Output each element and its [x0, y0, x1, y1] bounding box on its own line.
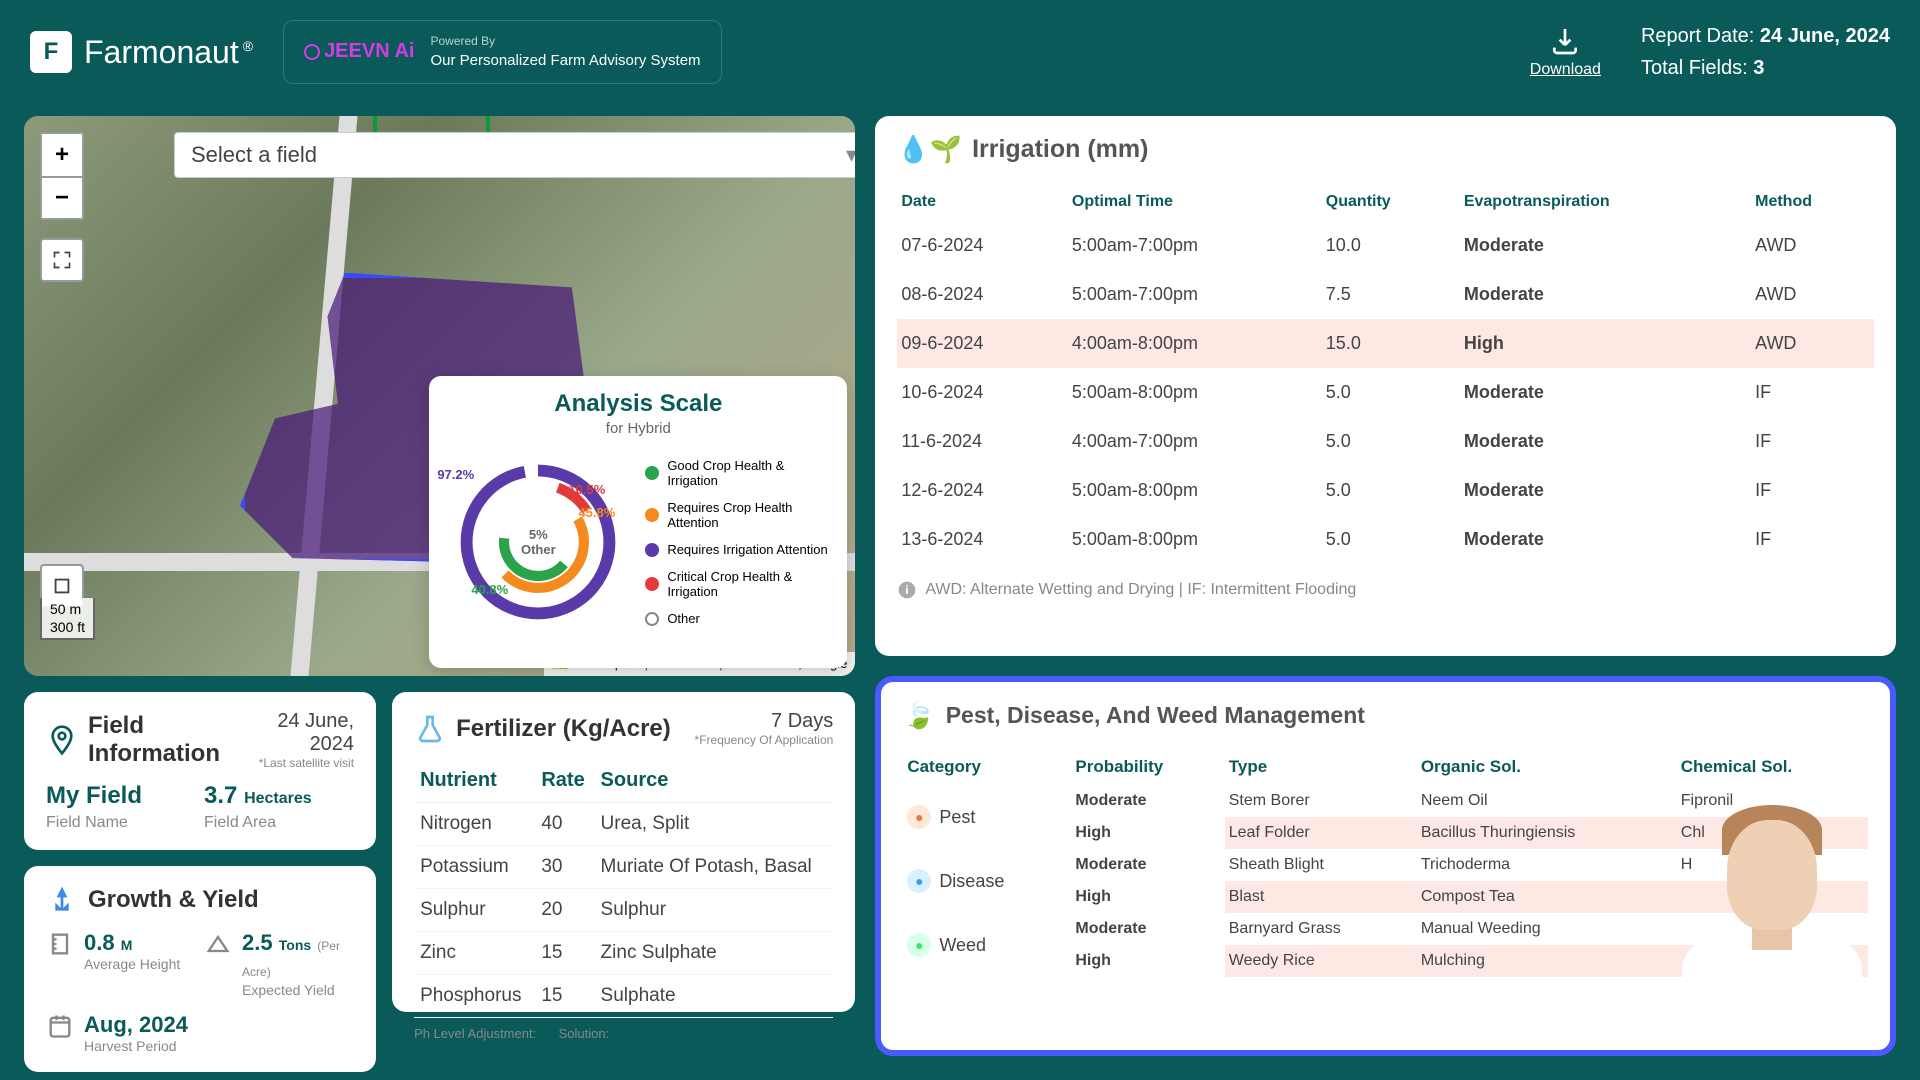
table-row: 07-6-20245:00am-7:00pm10.0ModerateAWD [897, 221, 1874, 270]
header-info: Report Date: 24 June, 2024 Total Fields:… [1641, 20, 1890, 84]
legend-item: Other [645, 611, 833, 626]
chevron-down-icon: ▾ [846, 142, 855, 168]
irrigation-icon: 💧🌱 [897, 134, 962, 165]
table-row: ●WeedModerateBarnyard GrassManual Weedin… [903, 913, 1868, 945]
analysis-scale-box: Analysis Scale for Hybrid 5%Other 97.2% … [429, 376, 847, 668]
growth-yield-card: Growth & Yield 0.8 MAverage Height 2.5 T… [24, 866, 376, 1072]
svg-text:i: i [906, 584, 909, 597]
zoom-in-button[interactable]: + [40, 132, 84, 176]
field-select-dropdown[interactable]: Select a field ▾ [174, 132, 855, 178]
jeevn-powered-label: Powered By [430, 33, 700, 50]
fullscreen-button[interactable] [40, 238, 84, 282]
jeevn-logo: JEEVN Ai [304, 40, 414, 63]
analysis-title: Analysis Scale [443, 390, 833, 418]
brand-logo: F Farmonaut® [30, 31, 253, 73]
table-row: ●DiseaseModerateSheath BlightTrichoderma… [903, 849, 1868, 881]
field-name-value: My Field [46, 782, 196, 810]
table-row: ●PestModerateStem BorerNeem OilFipronil [903, 785, 1868, 817]
jeevn-box: JEEVN Ai Powered By Our Personalized Far… [283, 20, 722, 84]
growth-icon [46, 884, 78, 916]
table-row: Zinc15Zinc Sulphate [414, 932, 833, 975]
legend-item: Requires Irrigation Attention [645, 542, 833, 557]
calendar-icon [46, 1012, 74, 1040]
fullscreen-icon [52, 250, 72, 270]
legend-item: Requires Crop Health Attention [645, 500, 833, 530]
zoom-out-button[interactable]: − [40, 176, 84, 220]
analysis-subtitle: for Hybrid [443, 420, 833, 437]
field-area-value: 3.7 Hectares [204, 782, 354, 810]
table-row: 11-6-20244:00am-7:00pm5.0ModerateIF [897, 417, 1874, 466]
field-info-card: Field Information 24 June, 2024*Last sat… [24, 692, 376, 850]
table-row: Phosphorus15Sulphate [414, 975, 833, 1018]
table-row: 10-6-20245:00am-8:00pm5.0ModerateIF [897, 368, 1874, 417]
irrigation-table: DateOptimal TimeQuantityEvapotranspirati… [897, 183, 1874, 564]
table-row: 09-6-20244:00am-8:00pm15.0HighAWD [897, 319, 1874, 368]
pest-management-card: 🍃 Pest, Disease, And Weed Management Cat… [875, 676, 1896, 1056]
fertilizer-table: NutrientRateSource Nitrogen40Urea, Split… [414, 759, 833, 1018]
height-icon [46, 930, 74, 958]
table-row: 13-6-20245:00am-8:00pm5.0ModerateIF [897, 515, 1874, 564]
map-card[interactable]: + − Select a field ▾ 50 m 300 ft [24, 116, 855, 676]
download-button[interactable]: Download [1530, 25, 1601, 79]
brand-logo-icon: F [30, 31, 72, 73]
table-row: Nitrogen40Urea, Split [414, 803, 833, 846]
analysis-legend: Good Crop Health & Irrigation Requires Cr… [645, 447, 833, 637]
fertilizer-card: Fertilizer (Kg/Acre) 7 Days*Frequency Of… [392, 692, 855, 1012]
table-row: 12-6-20245:00am-8:00pm5.0ModerateIF [897, 466, 1874, 515]
yield-icon [204, 930, 232, 958]
jeevn-desc: Our Personalized Farm Advisory System [430, 50, 700, 71]
info-icon: i [897, 580, 917, 600]
legend-item: Good Crop Health & Irrigation [645, 458, 833, 488]
layer-icon [51, 575, 73, 597]
legend-item: Critical Crop Health & Irrigation [645, 569, 833, 599]
table-row: 08-6-20245:00am-7:00pm7.5ModerateAWD [897, 270, 1874, 319]
map-scale: 50 m 300 ft [40, 598, 95, 640]
pest-table: CategoryProbabilityTypeOrganic Sol.Chemi… [903, 749, 1868, 977]
table-row: Potassium30Muriate Of Potash, Basal [414, 846, 833, 889]
flask-icon [414, 713, 446, 745]
irrigation-card: 💧🌱 Irrigation (mm) DateOptimal TimeQuant… [875, 116, 1896, 656]
leaf-icon: 🍃 [903, 700, 935, 731]
download-icon [1549, 25, 1581, 57]
pin-icon [46, 724, 78, 756]
header: F Farmonaut® JEEVN Ai Powered By Our Per… [0, 0, 1920, 104]
table-row: Sulphur20Sulphur [414, 889, 833, 932]
